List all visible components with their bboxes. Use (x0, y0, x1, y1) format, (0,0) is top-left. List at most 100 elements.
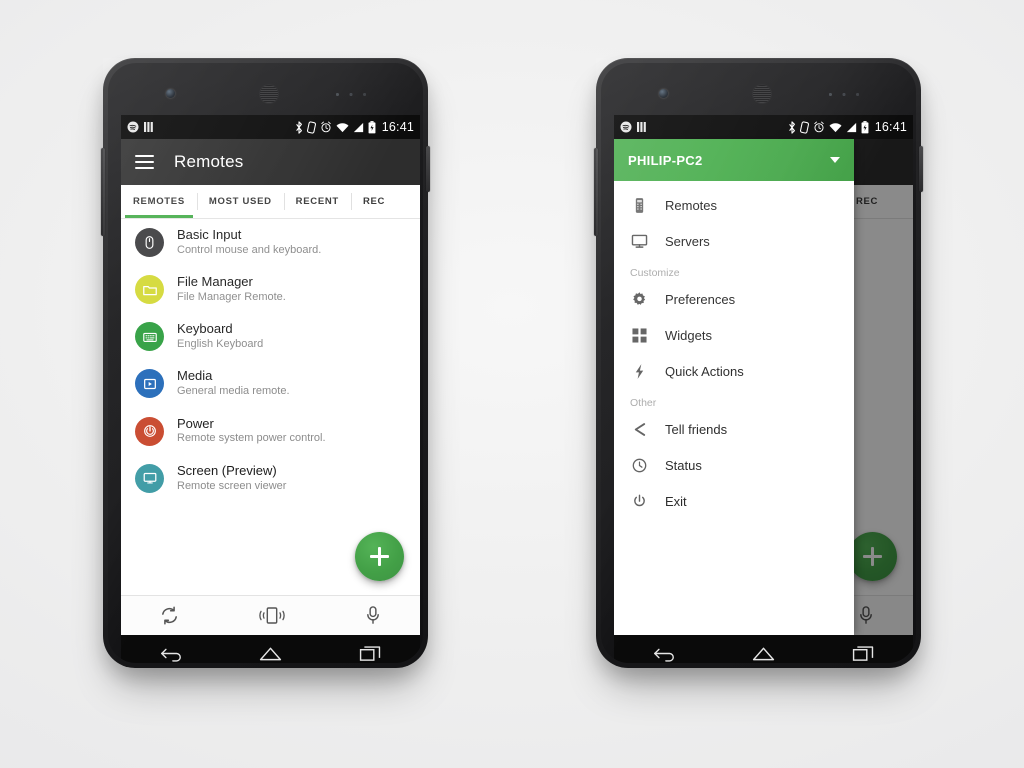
status-bar-clock: 16:41 (381, 120, 414, 134)
share-icon (630, 420, 648, 438)
sync-icon[interactable] (159, 605, 180, 626)
phone-right-top-bezel (601, 63, 916, 115)
list-item-subtitle: General media remote. (177, 385, 290, 398)
list-item-text: Media General media remote. (177, 368, 290, 398)
chevron-down-icon[interactable] (830, 157, 840, 163)
avatar (135, 369, 164, 399)
drawer-item-tell-friends[interactable]: Tell friends (614, 411, 854, 447)
home-icon[interactable] (258, 645, 283, 662)
equalizer-icon (637, 122, 646, 132)
list-item-subtitle: Control mouse and keyboard. (177, 243, 322, 256)
wifi-icon (336, 122, 349, 132)
drawer-item-exit[interactable]: Exit (614, 483, 854, 519)
proximity-sensor-icon (827, 93, 861, 96)
remotes-list: Basic Input Control mouse and keyboard. … (121, 219, 420, 595)
back-icon[interactable] (159, 645, 183, 662)
list-item-title: Keyboard (177, 321, 233, 337)
drawer-item-label: Quick Actions (665, 363, 744, 379)
list-item[interactable]: File Manager File Manager Remote. (121, 266, 420, 313)
list-item-subtitle: English Keyboard (177, 338, 264, 351)
avatar (135, 463, 164, 493)
vibrate-icon[interactable] (257, 605, 287, 626)
drawer-item-servers[interactable]: Servers (614, 223, 854, 259)
avatar (135, 322, 164, 352)
widgets-icon (630, 326, 648, 344)
bluetooth-icon (788, 120, 795, 134)
navigation-drawer: PHILIP-PC2 Remotes Servers Customize Pre… (614, 139, 854, 635)
list-item-title: Power (177, 415, 214, 431)
android-nav-bar-left (121, 635, 420, 663)
rotation-lock-icon (306, 120, 316, 134)
spotify-icon (127, 121, 139, 133)
battery-icon (368, 120, 376, 133)
list-item-text: Basic Input Control mouse and keyboard. (177, 227, 322, 257)
tab-most-used[interactable]: MOST USED (196, 185, 284, 218)
keyboard-icon (142, 332, 157, 342)
alarm-icon (814, 121, 824, 133)
list-item-title: File Manager (177, 274, 253, 290)
drawer-header[interactable]: PHILIP-PC2 (614, 139, 854, 181)
list-item[interactable]: Screen (Preview) Remote screen viewer (121, 455, 420, 502)
list-item[interactable]: Keyboard English Keyboard (121, 313, 420, 360)
drawer-menu: Remotes Servers Customize Preferences Wi… (614, 181, 854, 635)
back-icon[interactable] (652, 645, 676, 662)
drawer-section-customize: Customize (630, 267, 680, 279)
drawer-server-name: PHILIP-PC2 (628, 152, 703, 168)
drawer-item-label: Preferences (665, 291, 736, 307)
volume-button-left[interactable] (101, 148, 105, 236)
list-item-title: Media (177, 368, 213, 384)
front-camera-icon (659, 89, 668, 98)
tab-bar-left: REMOTES MOST USED RECENT REC (121, 185, 420, 219)
status-bar-clock: 16:41 (874, 120, 907, 134)
phone-left-top-bezel (108, 63, 423, 115)
bluetooth-icon (295, 120, 302, 134)
drawer-item-label: Tell friends (665, 421, 728, 437)
list-item-text: Screen (Preview) Remote screen viewer (177, 463, 286, 493)
drawer-item-status[interactable]: Status (614, 447, 854, 483)
drawer-item-widgets[interactable]: Widgets (614, 317, 854, 353)
power-button-left[interactable] (426, 146, 430, 192)
home-icon[interactable] (751, 645, 776, 662)
mouse-icon (145, 236, 154, 249)
list-item[interactable]: Basic Input Control mouse and keyboard. (121, 219, 420, 266)
avatar (135, 416, 164, 446)
add-remote-fab[interactable] (355, 532, 404, 581)
list-item-text: Power Remote system power control. (177, 415, 326, 446)
android-nav-bar-right (614, 635, 913, 663)
drawer-item-label: Status (665, 457, 702, 473)
drawer-item-label: Remotes (665, 197, 718, 213)
list-item[interactable]: Media General media remote. (121, 360, 420, 407)
list-item[interactable]: Power Remote system power control. (121, 408, 420, 455)
drawer-item-label: Exit (665, 493, 687, 509)
avatar (135, 228, 164, 258)
drawer-item-quick-actions[interactable]: Quick Actions (614, 353, 854, 389)
list-item-subtitle: File Manager Remote. (177, 291, 286, 304)
lightning-icon (630, 362, 648, 380)
status-bar-left: 16:41 (121, 115, 420, 139)
hamburger-icon[interactable] (135, 155, 154, 169)
status-bar-left-icons (620, 121, 647, 133)
tab-remotes[interactable]: REMOTES (121, 185, 197, 218)
rotation-lock-icon (799, 120, 809, 134)
avatar (135, 275, 164, 305)
bottom-toolbar-left (121, 595, 420, 635)
tab-recent[interactable]: RECENT (283, 185, 351, 218)
drawer-item-remotes[interactable]: Remotes (614, 187, 854, 223)
drawer-item-preferences[interactable]: Preferences (614, 281, 854, 317)
list-item-title: Basic Input (177, 227, 242, 242)
tab-recommended[interactable]: REC (350, 185, 397, 218)
wifi-icon (829, 122, 842, 132)
signal-icon (353, 122, 363, 132)
power-icon (143, 425, 156, 437)
equalizer-icon (144, 122, 153, 132)
mic-icon[interactable] (364, 605, 382, 626)
phone-left: 16:41 Remotes REMOTES MOST USED RECENT R… (101, 58, 430, 668)
battery-icon (861, 120, 869, 133)
media-icon (143, 378, 156, 390)
page-title: Remotes (174, 152, 244, 171)
power-button-right[interactable] (919, 146, 923, 192)
gear-icon (630, 290, 648, 308)
recents-icon[interactable] (852, 645, 875, 662)
recents-icon[interactable] (359, 645, 382, 662)
volume-button-right[interactable] (594, 148, 598, 236)
